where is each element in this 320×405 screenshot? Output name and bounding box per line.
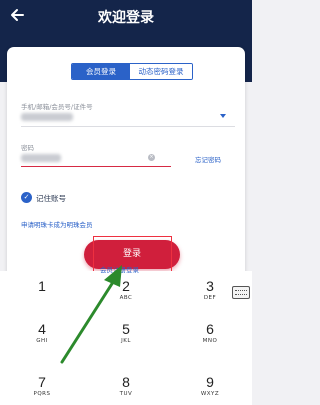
login-tabs: 会员登录 动态密码登录 [71, 63, 193, 80]
chevron-down-icon[interactable] [220, 114, 226, 118]
numeric-keypad: 1 2 ABC 3 DEF 4 GHI 5 JKL 6 MNO 7 PQRS 8 TUV 9W… [0, 271, 252, 405]
key-1[interactable]: 1 [0, 271, 84, 314]
clear-icon[interactable]: × [148, 154, 155, 161]
password-underline [21, 166, 171, 167]
key-number: 4 [38, 321, 46, 337]
key-7[interactable]: 7 PQRS [0, 367, 84, 405]
account-field[interactable] [21, 113, 73, 121]
key-5[interactable]: 5 JKL [84, 314, 168, 357]
key-9[interactable]: 9 WXYZ [168, 367, 252, 405]
password-field[interactable] [21, 154, 61, 162]
apply-card-link[interactable]: 申请明珠卡成为明珠会员 [21, 219, 93, 229]
key-number: 2 [122, 278, 130, 294]
tab-dynamic-password-login[interactable]: 动态密码登录 [130, 64, 192, 79]
key-4[interactable]: 4 GHI [0, 314, 84, 357]
key-8[interactable]: 8 TUV [84, 367, 168, 405]
account-underline [21, 126, 235, 127]
forgot-password-link[interactable]: 忘记密码 [195, 154, 221, 164]
key-number: 6 [206, 321, 214, 337]
check-icon[interactable]: ✓ [21, 192, 32, 203]
tab-member-login[interactable]: 会员登录 [72, 64, 130, 79]
key-letters: JKL [121, 338, 131, 344]
keyboard-icon[interactable] [232, 286, 250, 299]
key-letters: PQRS [33, 391, 51, 397]
remember-account-label[interactable]: 记住账号 [36, 193, 66, 204]
page-title: 欢迎登录 [98, 10, 154, 26]
key-letters: ABC [119, 295, 133, 301]
key-number: 7 [38, 374, 46, 390]
member-register-link[interactable]: 会员注册登录 [100, 264, 139, 274]
key-letters: MNO [202, 338, 218, 344]
key-number: 1 [38, 278, 46, 294]
key-letters: WXYZ [200, 391, 220, 397]
key-number: 5 [122, 321, 130, 337]
account-label: 手机/邮箱/会员号/证件号 [21, 103, 93, 111]
key-6[interactable]: 6 MNO [168, 314, 252, 357]
key-2[interactable]: 2 ABC [84, 271, 168, 314]
key-number: 8 [122, 374, 130, 390]
password-label: 密码 [21, 144, 34, 152]
key-letters: GHI [36, 338, 48, 344]
key-letters: TUV [119, 391, 133, 397]
key-number: 9 [206, 374, 214, 390]
